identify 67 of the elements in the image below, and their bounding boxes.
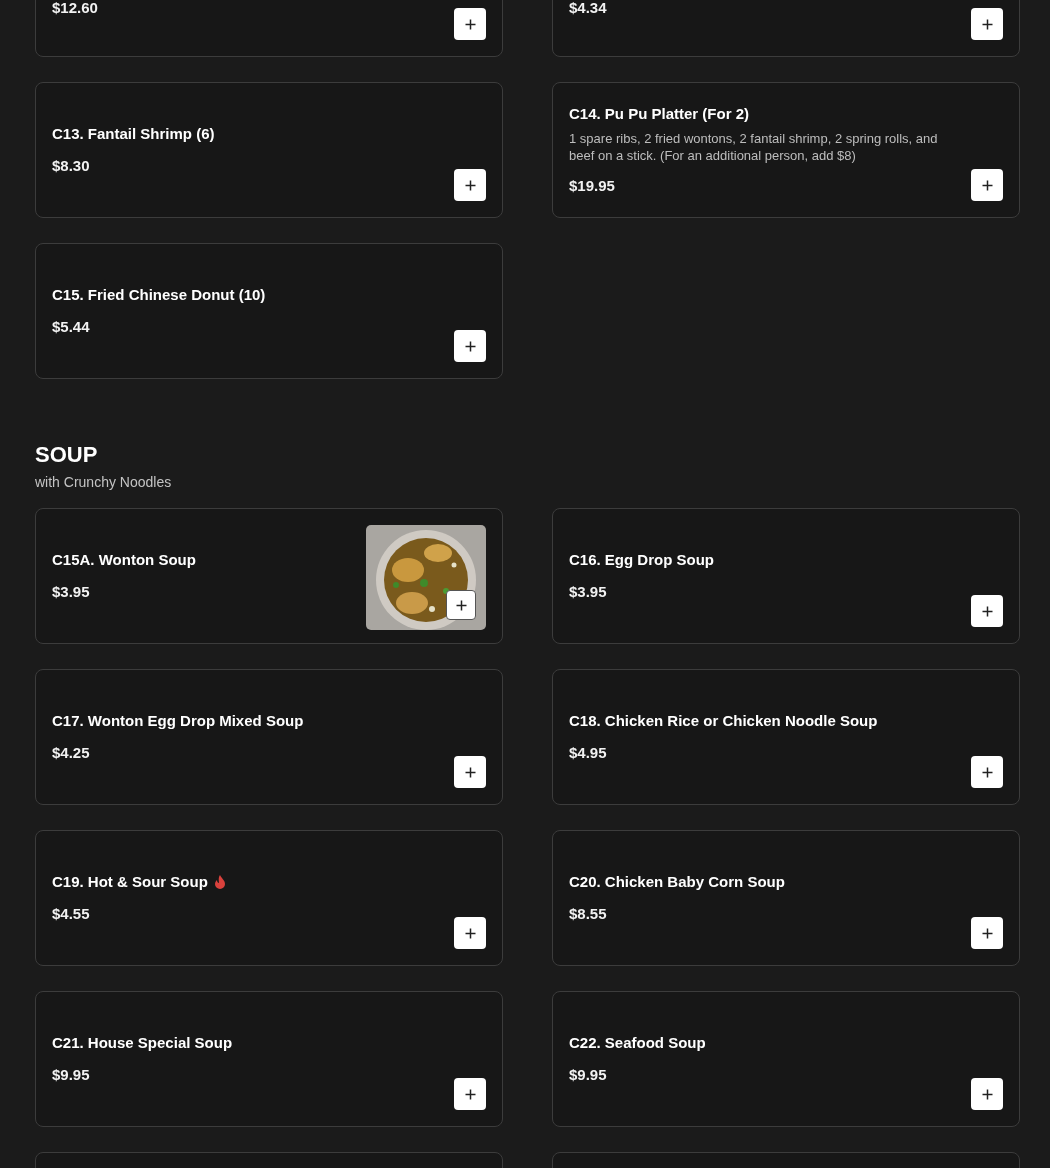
menu-card[interactable]: C16. Egg Drop Soup $3.95 [552,508,1020,644]
plus-icon [981,605,993,617]
flame-icon [213,875,226,889]
plus-icon [464,1088,476,1100]
plus-icon [981,18,993,30]
dish-name: C15A. Wonton Soup [52,550,196,570]
plus-icon [455,599,467,611]
menu-card[interactable]: $4.34 [552,0,1020,57]
plus-icon [464,766,476,778]
dish-name: C20. Chicken Baby Corn Soup [569,872,785,892]
plus-icon [464,179,476,191]
dish-name: C17. Wonton Egg Drop Mixed Soup [52,711,304,731]
add-button[interactable] [454,756,486,788]
add-button[interactable] [971,756,1003,788]
plus-icon [981,179,993,191]
dish-price: $4.34 [569,0,607,18]
add-button[interactable] [971,595,1003,627]
category-subtitle: with Crunchy Noodles [35,474,173,490]
menu-card[interactable]: C22. Seafood Soup $9.95 [552,991,1020,1127]
add-button[interactable] [454,1078,486,1110]
plus-icon [981,927,993,939]
dish-name: C21. House Special Soup [52,1033,233,1053]
plus-icon [981,1088,993,1100]
dish-price: $4.95 [569,743,607,763]
dish-price: $8.30 [52,156,90,176]
category-title: SOUP [35,443,99,467]
menu-card[interactable]: C18. Chicken Rice or Chicken Noodle Soup $4.95 [552,669,1020,805]
dish-name: C15. Fried Chinese Donut (10) [52,285,266,305]
dish-name: C22. Seafood Soup [569,1033,706,1053]
add-button[interactable] [971,917,1003,949]
add-button[interactable] [454,917,486,949]
dish-price: $12.60 [52,0,98,18]
dish-name: C13. Fantail Shrimp (6) [52,124,215,144]
dish-price: $3.95 [569,582,607,602]
dish-price: $19.95 [569,176,615,196]
add-button[interactable] [971,169,1003,201]
menu-card[interactable]: C14. Pu Pu Platter (For 2) 1 spare ribs, 2 fried wontons, 2 fantail shrimp, 2 spring rolls, and beef on a stick. (For an additional person, add $8) $19.95 [552,82,1020,218]
plus-icon [464,18,476,30]
dish-price: $9.95 [569,1065,607,1085]
dish-price: $8.55 [569,904,607,924]
add-button[interactable] [971,8,1003,40]
menu-card[interactable]: $12.60 [35,0,503,57]
add-button[interactable] [454,8,486,40]
dish-name: C18. Chicken Rice or Chicken Noodle Soup [569,711,878,731]
dish-name: C14. Pu Pu Platter (For 2) [569,104,750,124]
dish-price: $4.55 [52,904,90,924]
plus-icon [981,766,993,778]
dish-price: $9.95 [52,1065,90,1085]
menu-card[interactable]: C15. Fried Chinese Donut (10) $5.44 [35,243,503,379]
menu-card[interactable]: C19. Hot & Sour Soup $4.55 [35,830,503,966]
menu-card[interactable]: C17. Wonton Egg Drop Mixed Soup $4.25 [35,669,503,805]
add-button[interactable] [446,590,476,620]
dish-name: C16. Egg Drop Soup [569,550,714,570]
dish-name: C19. Hot & Sour Soup [52,872,208,892]
menu-card[interactable]: C20. Chicken Baby Corn Soup $8.55 [552,830,1020,966]
dish-price: $5.44 [52,317,90,337]
menu-card[interactable]: C13. Fantail Shrimp (6) $8.30 [35,82,503,218]
menu-card[interactable]: C15A. Wonton Soup $3.95 [35,508,503,644]
dish-description: 1 spare ribs, 2 fried wontons, 2 fantail shrimp, 2 spring rolls, and beef on a stick. (For an additional person, add $8) [569,130,939,164]
dish-price: $3.95 [52,582,90,602]
plus-icon [464,927,476,939]
dish-price: $4.25 [52,743,90,763]
add-button[interactable] [454,330,486,362]
menu-card[interactable]: C21. House Special Soup $9.95 [35,991,503,1127]
add-button[interactable] [971,1078,1003,1110]
plus-icon [464,340,476,352]
add-button[interactable] [454,169,486,201]
